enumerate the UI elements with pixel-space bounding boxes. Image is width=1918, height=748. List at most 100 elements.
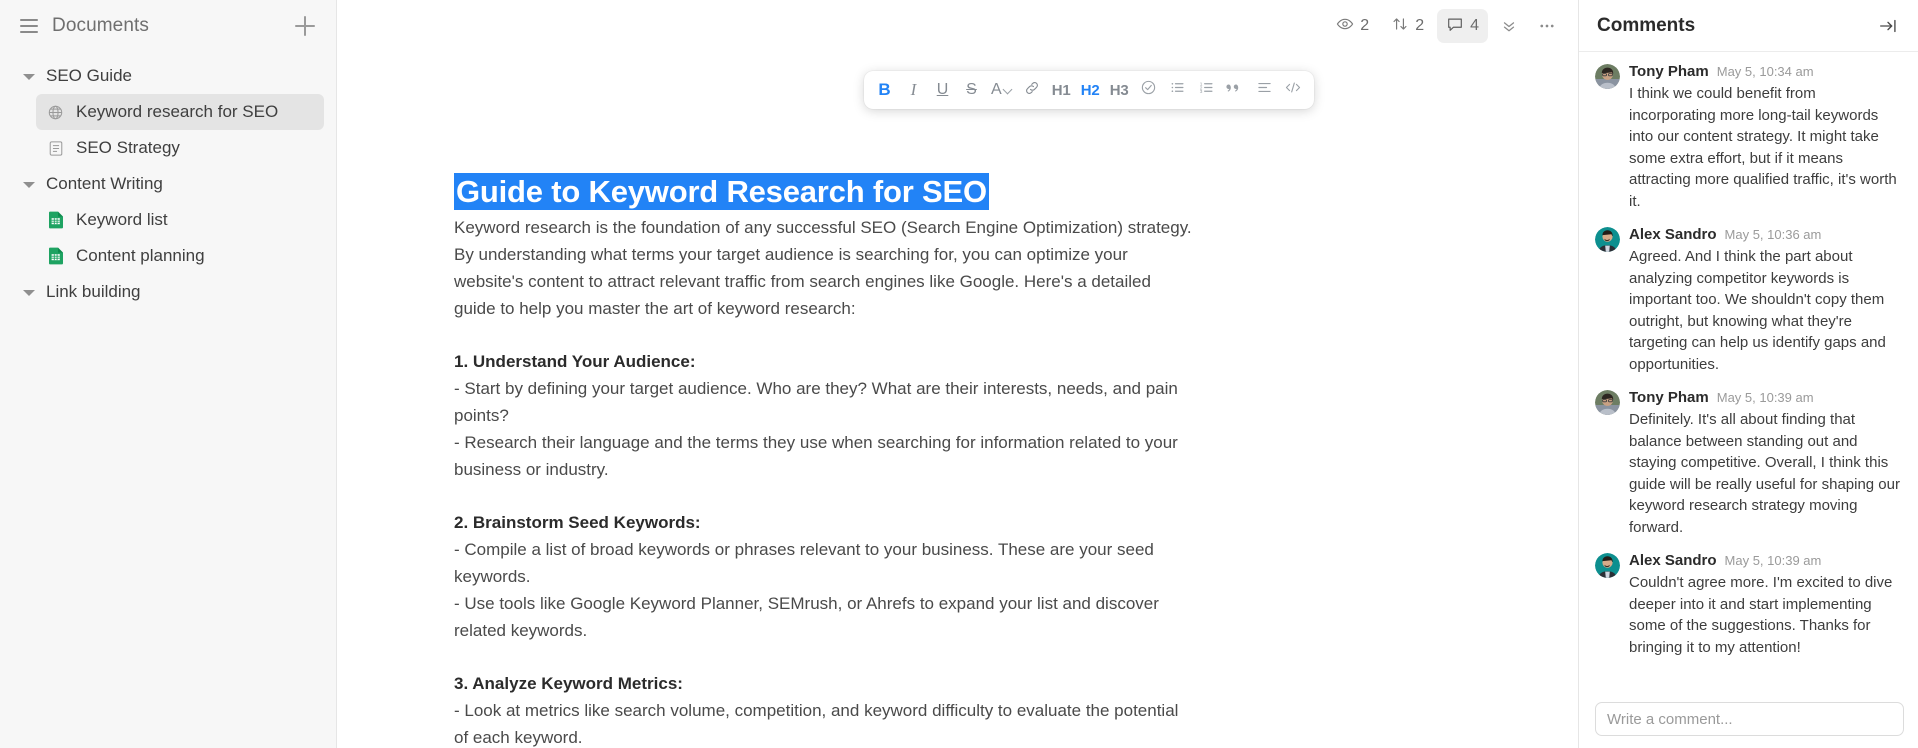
section-heading-2: 2. Brainstorm Seed Keywords:: [454, 513, 701, 532]
comments-list: Tony Pham May 5, 10:34 am I think we cou…: [1579, 52, 1918, 700]
spreadsheet-icon: [46, 247, 65, 266]
comments-header: Comments: [1579, 0, 1918, 52]
align-button[interactable]: [1251, 76, 1278, 104]
sidebar-item-label: Keyword list: [76, 210, 168, 229]
sidebar-item-keyword-list[interactable]: Keyword list: [36, 202, 324, 238]
heading2-button[interactable]: H2: [1077, 76, 1104, 104]
underline-button[interactable]: U: [929, 76, 956, 104]
write-comment-input[interactable]: Write a comment...: [1595, 702, 1904, 736]
views-stat[interactable]: 2: [1327, 9, 1378, 43]
comment-time: May 5, 10:36 am: [1724, 227, 1822, 242]
link-icon: [1024, 80, 1040, 101]
strikethrough-button[interactable]: S: [958, 76, 985, 104]
text-color-label: A: [991, 81, 1002, 98]
document-intro-paragraph: Keyword research is the foundation of an…: [454, 218, 1192, 318]
comments-count: 4: [1470, 17, 1479, 34]
comment-text: I think we could benefit from incorporat…: [1629, 85, 1897, 210]
comment-item: Alex Sandro May 5, 10:39 am Couldn't agr…: [1595, 551, 1904, 658]
comment-author: Tony Pham: [1629, 389, 1709, 406]
sidebar-item-content-planning[interactable]: Content planning: [36, 238, 324, 274]
ellipsis-icon[interactable]: [1530, 9, 1564, 43]
tree-group-label: Link building: [46, 282, 141, 301]
document-topbar: 2 2 4: [337, 0, 1578, 52]
h3-label: H3: [1109, 81, 1129, 99]
code-button[interactable]: [1280, 76, 1307, 104]
link-button[interactable]: [1019, 76, 1046, 104]
sidebar-header: Documents: [0, 0, 336, 52]
bullet-list-icon: [1169, 79, 1186, 101]
comment-item: Alex Sandro May 5, 10:36 am Agreed. And …: [1595, 225, 1904, 375]
views-count: 2: [1360, 17, 1370, 34]
comment-text: Agreed. And I think the part about analy…: [1629, 248, 1886, 373]
numbered-list-icon: 1 2 3: [1198, 79, 1215, 101]
section-line: - Compile a list of broad keywords or ph…: [454, 540, 1154, 586]
svg-text:3: 3: [1199, 89, 1202, 95]
comment-time: May 5, 10:39 am: [1724, 553, 1822, 568]
app-root: Documents SEO Guide Keyword research for…: [0, 0, 1918, 748]
comment-author: Tony Pham: [1629, 63, 1709, 80]
format-toolbar: B I U S A H1 H2 H3 1 2 3: [864, 71, 1314, 109]
tree-group-content-writing[interactable]: Content Writing: [0, 166, 336, 202]
comment-time: May 5, 10:34 am: [1716, 64, 1814, 79]
avatar: [1595, 553, 1620, 578]
section-line: - Research their language and the terms …: [454, 433, 1178, 479]
h2-label: H2: [1080, 81, 1100, 99]
sidebar-item-label: Content planning: [76, 246, 205, 265]
plus-icon[interactable]: [292, 13, 318, 39]
chevron-down-icon[interactable]: [22, 177, 36, 191]
comment-author: Alex Sandro: [1629, 226, 1717, 243]
eye-icon: [1336, 15, 1354, 38]
tree-group-seo-guide[interactable]: SEO Guide: [0, 58, 336, 94]
hamburger-icon[interactable]: [20, 19, 38, 33]
comments-title: Comments: [1597, 14, 1696, 36]
comment-item: Tony Pham May 5, 10:39 am Definitely. It…: [1595, 388, 1904, 538]
tree-group-label: SEO Guide: [46, 66, 132, 85]
comments-stat[interactable]: 4: [1437, 9, 1488, 43]
page-title: Guide to Keyword Research for SEO: [454, 173, 989, 210]
collapse-right-icon[interactable]: [1874, 12, 1902, 40]
italic-label: I: [910, 80, 917, 99]
updates-stat[interactable]: 2: [1382, 9, 1433, 43]
checklist-button[interactable]: [1135, 76, 1162, 104]
document-title-line: Guide to Keyword Research for SEO: [454, 172, 1194, 212]
bold-button[interactable]: B: [871, 76, 898, 104]
text-color-button[interactable]: A: [987, 76, 1017, 104]
document-body[interactable]: Guide to Keyword Research for SEO Keywor…: [337, 52, 1578, 748]
strikethrough-label: S: [966, 81, 977, 98]
chevron-down-icon[interactable]: [22, 285, 36, 299]
sidebar-item-label: Keyword research for SEO: [76, 102, 279, 121]
write-comment-placeholder: Write a comment...: [1607, 710, 1733, 728]
quote-button[interactable]: [1222, 76, 1249, 104]
tree-group-label: Content Writing: [46, 174, 163, 193]
numbered-list-button[interactable]: 1 2 3: [1193, 76, 1220, 104]
heading1-button[interactable]: H1: [1048, 76, 1075, 104]
bullet-list-button[interactable]: [1164, 76, 1191, 104]
heading3-button[interactable]: H3: [1106, 76, 1133, 104]
document-pane: 2 2 4 B I U S A H1 H2 H3 1 2 3 Guide to …: [337, 0, 1578, 748]
double-chevron-down-icon[interactable]: [1492, 9, 1526, 43]
sort-arrows-icon: [1391, 15, 1409, 38]
comments-panel: Comments Tony Pham May 5, 10:34 am I thi…: [1578, 0, 1918, 748]
sidebar-item-seo-strategy[interactable]: SEO Strategy: [36, 130, 324, 166]
spreadsheet-icon: [46, 211, 65, 230]
chevron-down-icon[interactable]: [22, 69, 36, 83]
avatar: [1595, 227, 1620, 252]
updates-count: 2: [1415, 17, 1425, 34]
code-icon: [1284, 79, 1302, 101]
comment-item: Tony Pham May 5, 10:34 am I think we cou…: [1595, 62, 1904, 212]
section-line: - Start by defining your target audience…: [454, 379, 1178, 425]
comment-bubble-icon: [1446, 15, 1464, 38]
check-circle-icon: [1140, 79, 1157, 101]
section-heading-3: 3. Analyze Keyword Metrics:: [454, 674, 683, 693]
italic-button[interactable]: I: [900, 76, 927, 104]
tree-group-link-building[interactable]: Link building: [0, 274, 336, 310]
document-icon: [46, 139, 65, 158]
globe-icon: [46, 103, 65, 122]
quote-icon: [1226, 79, 1244, 101]
chevron-down-icon: [1004, 86, 1013, 95]
sidebar-item-keyword-research-for-seo[interactable]: Keyword research for SEO: [36, 94, 324, 130]
h1-label: H1: [1051, 81, 1071, 99]
sidebar: Documents SEO Guide Keyword research for…: [0, 0, 337, 748]
section-heading-1: 1. Understand Your Audience:: [454, 352, 696, 371]
comment-text: Couldn't agree more. I'm excited to dive…: [1629, 574, 1893, 656]
